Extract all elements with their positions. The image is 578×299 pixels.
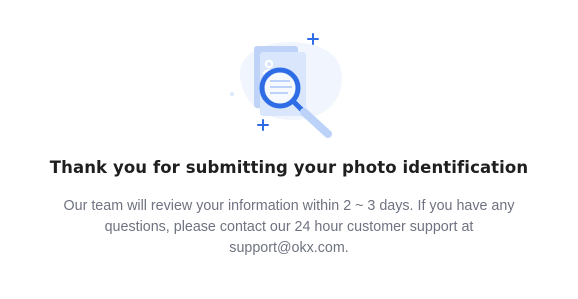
id-review-illustration	[220, 28, 350, 138]
submission-confirmation: Thank you for submitting your photo iden…	[0, 0, 578, 299]
review-message: Our team will review your information wi…	[63, 198, 515, 256]
document-search-icon	[230, 33, 342, 138]
page-title: Thank you for submitting your photo iden…	[49, 158, 529, 177]
